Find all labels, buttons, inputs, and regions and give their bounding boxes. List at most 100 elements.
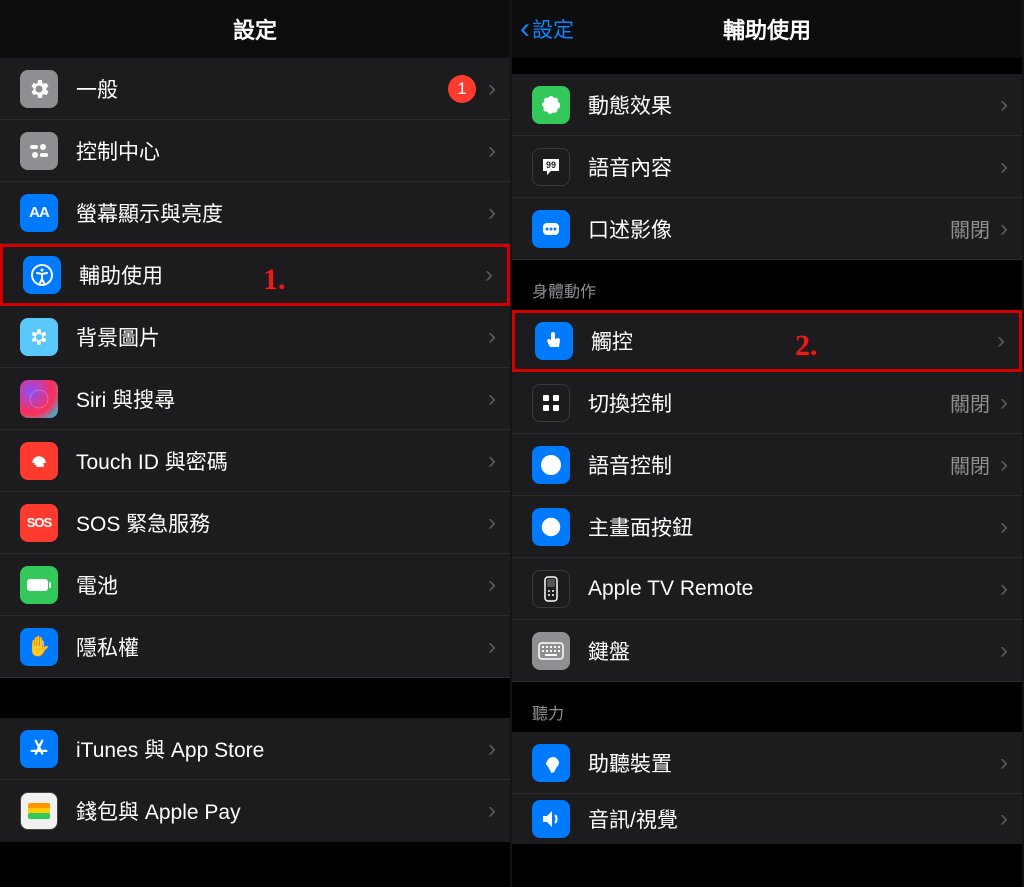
settings-panel: 設定 一般 1 › 控制中心 › AA 螢幕顯示與亮度 › (0, 0, 512, 887)
row-value: 關閉 (950, 450, 990, 479)
row-control-center[interactable]: 控制中心 › (0, 120, 510, 182)
row-label: 隱私權 (76, 632, 488, 662)
chevron-right-icon: › (488, 137, 496, 165)
row-label: 一般 (76, 74, 448, 104)
row-display[interactable]: AA 螢幕顯示與亮度 › (0, 182, 510, 244)
nav-title: 輔助使用 (723, 13, 811, 45)
switch-control-icon (532, 384, 570, 422)
row-siri[interactable]: Siri 與搜尋 › (0, 368, 510, 430)
row-label: 動態效果 (588, 90, 1000, 120)
row-wallpaper[interactable]: 背景圖片 › (0, 306, 510, 368)
privacy-icon: ✋ (20, 628, 58, 666)
row-label: 鍵盤 (588, 636, 1000, 666)
row-label: 助聽裝置 (588, 748, 1000, 778)
row-label: 語音控制 (588, 450, 950, 480)
accessibility-icon (23, 256, 61, 294)
row-label: 切換控制 (588, 388, 950, 418)
row-motion[interactable]: 動態效果 › (512, 74, 1022, 136)
audio-desc-icon (532, 210, 570, 248)
row-label: 音訊/視覺 (588, 804, 1000, 834)
row-value: 關閉 (950, 388, 990, 417)
audio-visual-icon (532, 800, 570, 838)
chevron-right-icon: › (1000, 91, 1008, 119)
notification-badge: 1 (448, 75, 476, 103)
row-label: Apple TV Remote (588, 577, 1000, 601)
navbar-left: 設定 (0, 0, 510, 58)
touchid-icon (20, 442, 58, 480)
chevron-right-icon: › (488, 199, 496, 227)
row-label: iTunes 與 App Store (76, 734, 488, 764)
row-audio-desc[interactable]: 口述影像 關閉 › (512, 198, 1022, 260)
keyboard-icon (532, 632, 570, 670)
back-button[interactable]: ‹ 設定 (520, 14, 574, 44)
chevron-right-icon: › (485, 261, 493, 289)
row-label: SOS 緊急服務 (76, 508, 488, 538)
row-label: 螢幕顯示與亮度 (76, 198, 488, 228)
chevron-right-icon: › (488, 633, 496, 661)
row-switch-control[interactable]: 切換控制 關閉 › (512, 372, 1022, 434)
gear-icon (20, 70, 58, 108)
row-privacy[interactable]: ✋ 隱私權 › (0, 616, 510, 678)
row-label: 觸控 (591, 326, 997, 356)
chevron-right-icon: › (1000, 805, 1008, 833)
chevron-right-icon: › (488, 385, 496, 413)
spoken-content-icon: 99 (532, 148, 570, 186)
battery-icon (20, 566, 58, 604)
section-gap (0, 678, 510, 718)
row-tv-remote[interactable]: Apple TV Remote › (512, 558, 1022, 620)
svg-text:99: 99 (546, 160, 556, 170)
row-value: 關閉 (950, 214, 990, 243)
chevron-right-icon: › (488, 797, 496, 825)
chevron-right-icon: › (1000, 451, 1008, 479)
row-label: 口述影像 (588, 214, 950, 244)
navbar-right: ‹ 設定 輔助使用 (512, 0, 1022, 58)
accessibility-panel: ‹ 設定 輔助使用 動態效果 › 99 語音內容 › 口述影像 關閉 (512, 0, 1024, 887)
row-label: 輔助使用 (79, 260, 485, 290)
row-itunes[interactable]: iTunes 與 App Store › (0, 718, 510, 780)
chevron-right-icon: › (1000, 513, 1008, 541)
row-general[interactable]: 一般 1 › (0, 58, 510, 120)
row-voice-control[interactable]: 語音控制 關閉 › (512, 434, 1022, 496)
back-label: 設定 (532, 14, 574, 44)
row-sos[interactable]: SOS SOS 緊急服務 › (0, 492, 510, 554)
chevron-right-icon: › (488, 75, 496, 103)
chevron-left-icon: ‹ (520, 14, 530, 44)
chevron-right-icon: › (1000, 575, 1008, 603)
chevron-right-icon: › (1000, 215, 1008, 243)
control-center-icon (20, 132, 58, 170)
row-spoken-content[interactable]: 99 語音內容 › (512, 136, 1022, 198)
wallet-icon (20, 792, 58, 830)
chevron-right-icon: › (488, 509, 496, 537)
display-icon: AA (20, 194, 58, 232)
siri-icon (20, 380, 58, 418)
row-hearing[interactable]: 助聽裝置 › (512, 732, 1022, 794)
chevron-right-icon: › (488, 571, 496, 599)
chevron-right-icon: › (1000, 389, 1008, 417)
row-audio-visual[interactable]: 音訊/視覺 › (512, 794, 1022, 844)
row-label: Siri 與搜尋 (76, 384, 488, 414)
row-battery[interactable]: 電池 › (0, 554, 510, 616)
hearing-icon (532, 744, 570, 782)
chevron-right-icon: › (997, 327, 1005, 355)
row-keyboard[interactable]: 鍵盤 › (512, 620, 1022, 682)
touch-icon (535, 322, 573, 360)
tv-remote-icon (532, 570, 570, 608)
row-label: 錢包與 Apple Pay (76, 796, 488, 826)
row-touchid[interactable]: Touch ID 與密碼 › (0, 430, 510, 492)
row-label: 電池 (76, 570, 488, 600)
section-header-hearing: 聽力 (512, 682, 1022, 732)
accessibility-list: 動態效果 › 99 語音內容 › 口述影像 關閉 › 身體動作 觸控 › 2. (512, 58, 1022, 844)
settings-list: 一般 1 › 控制中心 › AA 螢幕顯示與亮度 › 輔助使用 › 1. (0, 58, 510, 842)
row-touch[interactable]: 觸控 › 2. (512, 310, 1022, 372)
chevron-right-icon: › (1000, 637, 1008, 665)
row-home-button[interactable]: 主畫面按鈕 › (512, 496, 1022, 558)
row-label: 背景圖片 (76, 322, 488, 352)
home-button-icon (532, 508, 570, 546)
sos-icon: SOS (20, 504, 58, 542)
row-label: Touch ID 與密碼 (76, 446, 488, 476)
chevron-right-icon: › (488, 447, 496, 475)
chevron-right-icon: › (1000, 749, 1008, 777)
row-wallet[interactable]: 錢包與 Apple Pay › (0, 780, 510, 842)
motion-icon (532, 86, 570, 124)
row-accessibility[interactable]: 輔助使用 › 1. (0, 244, 510, 306)
